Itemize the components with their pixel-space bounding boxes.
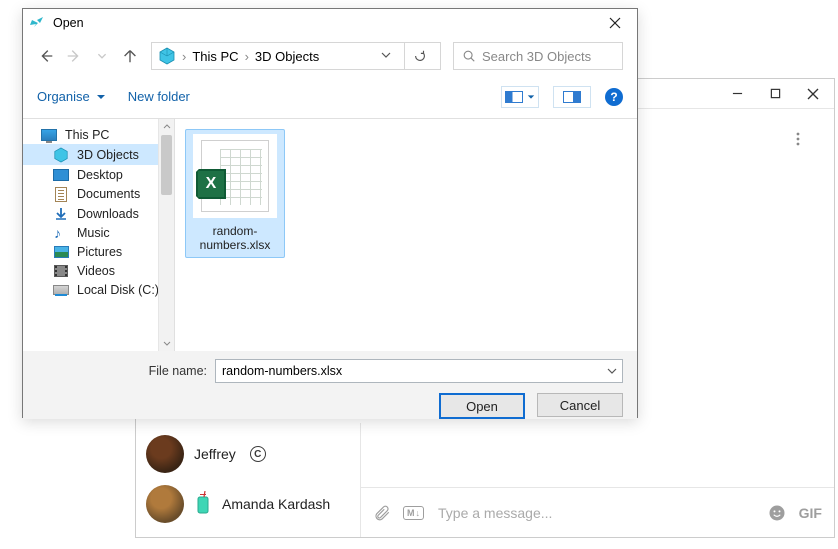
maximize-button[interactable] — [758, 82, 792, 106]
tree-item-label: 3D Objects — [77, 148, 139, 162]
history-dropdown[interactable] — [93, 47, 111, 65]
message-composer: M↓ GIF — [361, 487, 834, 537]
kebab-menu-icon[interactable] — [786, 127, 810, 151]
search-box[interactable]: Search 3D Objects — [453, 42, 623, 70]
tree-item-label: Documents — [77, 187, 140, 201]
address-bar[interactable]: › This PC › 3D Objects — [151, 42, 441, 70]
breadcrumb-current[interactable]: 3D Objects — [255, 49, 319, 64]
open-button[interactable]: Open — [439, 393, 525, 419]
tree-item-label: Downloads — [77, 207, 139, 221]
pc-icon — [41, 129, 57, 141]
filename-input[interactable] — [216, 364, 602, 378]
address-dropdown[interactable] — [368, 49, 398, 64]
cube-3d-icon — [158, 47, 176, 65]
dialog-toolbar: Organise New folder ? — [23, 75, 637, 119]
3d-icon — [53, 147, 69, 163]
file-name: random-numbers.xlsx — [190, 224, 280, 253]
attachment-icon[interactable] — [373, 504, 391, 522]
tree-item-local-disk-c[interactable]: Local Disk (C:) — [23, 280, 158, 299]
tree-item-pictures[interactable]: Pictures — [23, 242, 158, 261]
help-button[interactable]: ? — [605, 88, 623, 106]
copyright-icon: C — [250, 446, 266, 462]
contact-row[interactable]: Jeffrey C — [136, 429, 360, 479]
view-mode-button[interactable] — [501, 86, 539, 108]
filename-combo[interactable] — [215, 359, 623, 383]
docs-icon — [53, 187, 69, 202]
file-item[interactable]: X random-numbers.xlsx — [185, 129, 285, 258]
dialog-titlebar: Open — [23, 9, 637, 37]
dialog-title: Open — [53, 16, 601, 30]
tree-item-music[interactable]: ♪ Music — [23, 223, 158, 242]
folder-tree: This PC 3D Objects Desktop Documents Downloa… — [23, 119, 175, 351]
tree-item-this-pc[interactable]: This PC — [23, 125, 158, 144]
chevron-down-icon[interactable] — [602, 364, 622, 379]
chevron-down-icon — [96, 92, 106, 102]
forward-button — [65, 47, 83, 65]
chat-pane: Jeffrey C Amanda Kardash M↓ — [136, 423, 834, 537]
search-placeholder: Search 3D Objects — [482, 49, 591, 64]
tree-item-3d-objects[interactable]: 3D Objects — [23, 144, 158, 165]
xlsx-file-icon: X — [193, 134, 277, 218]
music-icon: ♪ — [53, 226, 69, 240]
contact-name: Amanda Kardash — [222, 496, 330, 512]
drink-icon — [194, 491, 212, 517]
organise-menu[interactable]: Organise — [37, 89, 106, 104]
file-list: X random-numbers.xlsx — [175, 119, 637, 351]
contacts-list: Jeffrey C Amanda Kardash — [136, 423, 360, 537]
tree-item-videos[interactable]: Videos — [23, 261, 158, 280]
file-open-dialog: Open › This PC › 3D Objects — [22, 8, 638, 418]
tree-item-documents[interactable]: Documents — [23, 184, 158, 204]
avatar — [146, 435, 184, 473]
app-logo-icon — [29, 15, 45, 31]
markdown-icon[interactable]: M↓ — [403, 506, 424, 520]
avatar — [146, 485, 184, 523]
contact-row[interactable]: Amanda Kardash — [136, 479, 360, 529]
tree-item-label: Local Disk (C:) — [77, 283, 159, 297]
chevron-right-icon: › — [245, 49, 249, 64]
preview-pane-button[interactable] — [553, 86, 591, 108]
contact-name: Jeffrey — [194, 446, 236, 462]
dialog-close-button[interactable] — [601, 9, 629, 37]
message-input[interactable] — [436, 504, 755, 522]
filename-row: File name: — [37, 359, 623, 383]
tree-item-label: This PC — [65, 128, 109, 142]
down-icon — [53, 207, 69, 221]
tree-scrollbar[interactable] — [158, 119, 174, 351]
preview-icon — [563, 91, 581, 103]
dialog-navbar: › This PC › 3D Objects Search 3D Objects — [23, 37, 637, 75]
pics-icon — [53, 246, 69, 258]
emoji-icon[interactable] — [767, 503, 787, 523]
organise-label: Organise — [37, 89, 90, 104]
tree-item-downloads[interactable]: Downloads — [23, 204, 158, 223]
vids-icon — [53, 265, 69, 277]
back-button[interactable] — [37, 47, 55, 65]
chevron-down-icon — [527, 93, 535, 101]
new-folder-button[interactable]: New folder — [128, 89, 190, 104]
dialog-body: This PC 3D Objects Desktop Documents Downloa… — [23, 119, 637, 351]
search-icon — [462, 49, 476, 63]
gif-button[interactable]: GIF — [799, 505, 822, 521]
disk-icon — [53, 285, 69, 295]
close-button[interactable] — [796, 82, 830, 106]
message-area: M↓ GIF — [360, 423, 834, 537]
breadcrumb-root[interactable]: This PC — [192, 49, 238, 64]
nav-arrows — [37, 47, 139, 65]
tree-item-label: Desktop — [77, 168, 123, 182]
dialog-footer: File name: Open Cancel — [23, 351, 637, 419]
tree-item-label: Music — [77, 226, 110, 240]
tree-item-label: Pictures — [77, 245, 122, 259]
view-icon — [505, 91, 523, 103]
refresh-button[interactable] — [404, 42, 434, 70]
cancel-button[interactable]: Cancel — [537, 393, 623, 417]
chevron-right-icon: › — [182, 49, 186, 64]
filename-label: File name: — [37, 364, 207, 378]
desktop-icon — [53, 169, 69, 181]
tree-item-desktop[interactable]: Desktop — [23, 165, 158, 184]
tree-item-label: Videos — [77, 264, 115, 278]
minimize-button[interactable] — [720, 82, 754, 106]
up-button[interactable] — [121, 47, 139, 65]
dialog-button-row: Open Cancel — [439, 393, 623, 419]
